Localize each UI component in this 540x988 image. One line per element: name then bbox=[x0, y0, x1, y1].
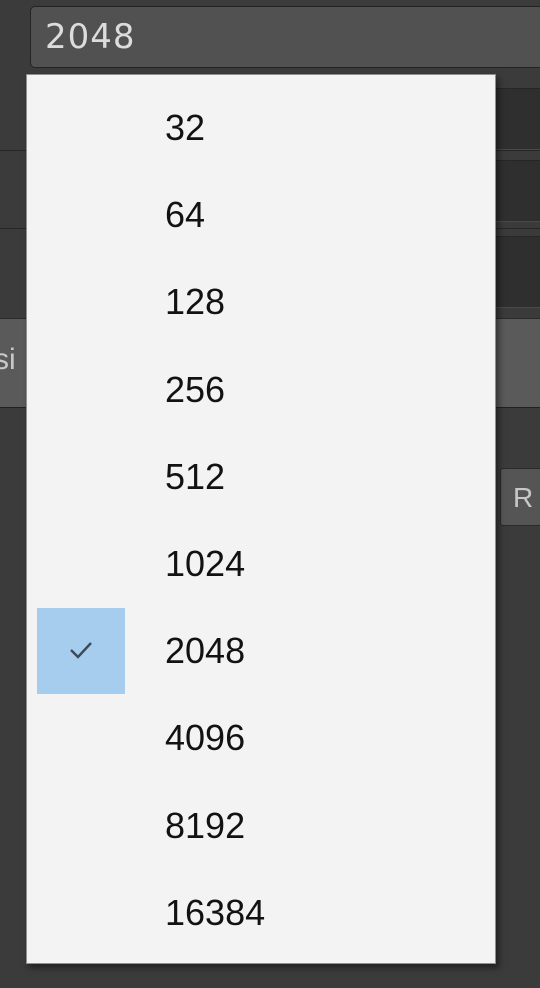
combo-selected-value: 2048 bbox=[45, 17, 136, 57]
dropdown-option[interactable]: 256 bbox=[37, 347, 485, 433]
size-dropdown-list[interactable]: 32 64 128 256 512 1024 2048 4096 8192 16384 bbox=[26, 74, 496, 964]
dropdown-option-label: 128 bbox=[165, 281, 226, 323]
check-cell bbox=[37, 347, 125, 433]
dropdown-option[interactable]: 16384 bbox=[37, 870, 485, 956]
check-cell bbox=[37, 521, 125, 607]
check-cell bbox=[37, 172, 125, 258]
dropdown-option-label: 512 bbox=[165, 455, 226, 497]
dropdown-option[interactable]: 64 bbox=[37, 172, 485, 258]
dropdown-option[interactable]: 8192 bbox=[37, 783, 485, 869]
dropdown-option-label: 16384 bbox=[165, 891, 266, 933]
check-cell bbox=[37, 608, 125, 695]
check-cell bbox=[37, 434, 125, 520]
dropdown-option-label: 8192 bbox=[165, 804, 246, 846]
dropdown-option-label: 1024 bbox=[165, 543, 246, 584]
dropdown-option-label: 256 bbox=[165, 368, 226, 410]
partial-side-button[interactable]: R bbox=[500, 468, 540, 526]
check-cell bbox=[37, 259, 125, 345]
check-cell bbox=[37, 695, 125, 781]
check-cell bbox=[37, 870, 125, 956]
check-cell bbox=[37, 85, 125, 171]
dropdown-option-label: 4096 bbox=[165, 717, 246, 759]
dropdown-option[interactable]: 2048 bbox=[37, 608, 485, 695]
dropdown-option-label: 2048 bbox=[165, 630, 246, 672]
size-combo-box[interactable]: 2048 bbox=[30, 6, 540, 68]
check-cell bbox=[37, 783, 125, 869]
dropdown-option[interactable]: 1024 bbox=[37, 521, 485, 607]
dropdown-option[interactable]: 32 bbox=[37, 85, 485, 171]
dropdown-option[interactable]: 128 bbox=[37, 259, 485, 345]
dropdown-option[interactable]: 4096 bbox=[37, 695, 485, 781]
dropdown-option-label: 64 bbox=[165, 194, 206, 236]
checkmark-icon bbox=[70, 642, 92, 659]
dropdown-option[interactable]: 512 bbox=[37, 434, 485, 520]
dropdown-option-label: 32 bbox=[165, 107, 206, 148]
partial-field-label: si bbox=[0, 343, 16, 376]
